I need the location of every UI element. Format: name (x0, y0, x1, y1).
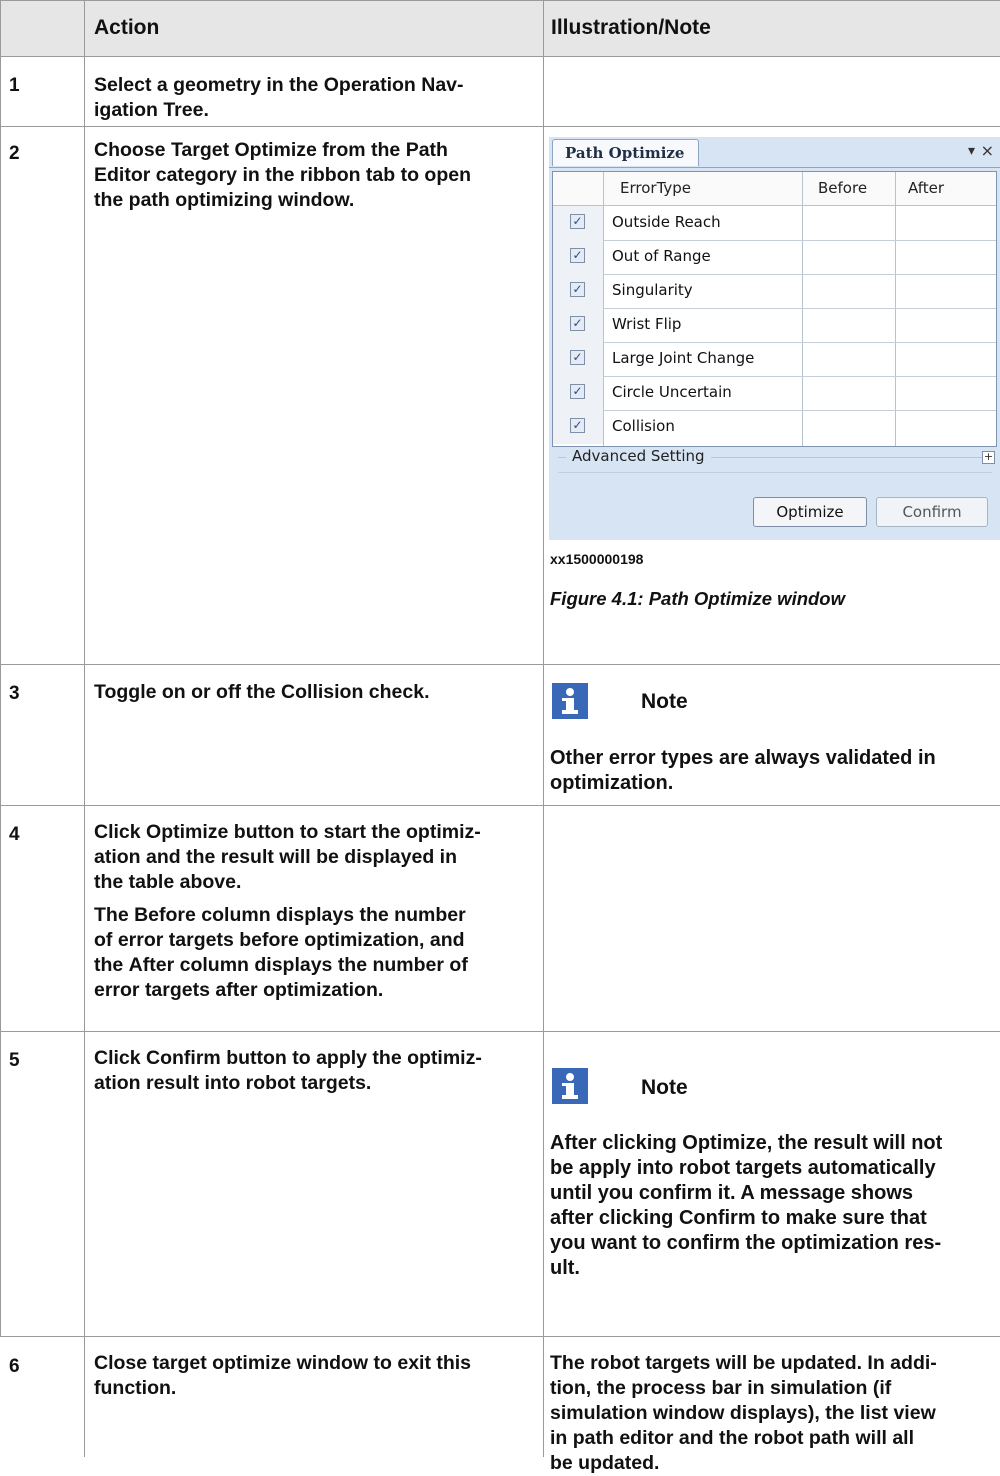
step-3-action: Toggle on or off the Collision check. (94, 681, 430, 703)
error-type-row: ✓ Wrist Flip (553, 308, 996, 343)
checkbox-outside-reach[interactable]: ✓ (570, 214, 585, 229)
step-4-action: Click Optimize button to start the optim… (94, 821, 481, 1001)
column-divider (84, 0, 85, 1457)
checkbox-circle-uncertain[interactable]: ✓ (570, 384, 585, 399)
step-5-note: After clicking Optimize, the result will… (550, 1132, 943, 1279)
grid-header: ErrorType Before After (553, 172, 996, 206)
close-icon[interactable]: × (981, 141, 994, 160)
error-type-label: Collision (612, 417, 675, 435)
step-2-action: Choose Target Optimize from the Path Edi… (94, 139, 472, 211)
error-type-label: Circle Uncertain (612, 383, 732, 401)
checkbox-cell: ✓ (553, 376, 603, 410)
checkbox-wrist-flip[interactable]: ✓ (570, 316, 585, 331)
step-1-action: Select a geometry in the Operation Nav- … (94, 74, 464, 121)
step-number: 5 (9, 1050, 20, 1071)
note-label: Note (641, 1076, 688, 1099)
checkbox-cell: ✓ (553, 410, 603, 444)
checkbox-singularity[interactable]: ✓ (570, 282, 585, 297)
advanced-setting-group: Advanced Setting + (558, 447, 995, 488)
advanced-setting-divider (558, 472, 992, 473)
error-type-label: Large Joint Change (612, 349, 755, 367)
row-divider (0, 805, 1000, 806)
checkbox-large-joint-change[interactable]: ✓ (570, 350, 585, 365)
step-number: 2 (9, 143, 20, 164)
row-divider (0, 1031, 1000, 1032)
error-type-row: ✓ Outside Reach (553, 206, 996, 241)
optimize-button[interactable]: Optimize (753, 497, 867, 527)
error-type-row: ✓ Singularity (553, 274, 996, 309)
column-divider (543, 0, 544, 1457)
error-type-label: Singularity (612, 281, 693, 299)
error-type-label: Outside Reach (612, 213, 721, 231)
row-divider (0, 664, 1000, 665)
row-divider (0, 56, 1000, 57)
checkbox-cell: ✓ (553, 274, 603, 308)
note-info-icon (552, 683, 588, 719)
step-number: 3 (9, 683, 20, 704)
step-number: 1 (9, 75, 20, 96)
pin-dropdown-icon[interactable]: ▾ (968, 143, 975, 159)
checkbox-out-of-range[interactable]: ✓ (570, 248, 585, 263)
error-type-row: ✓ Collision (553, 410, 996, 444)
note-label: Note (641, 690, 688, 713)
column-header-after[interactable]: After (908, 179, 944, 197)
error-type-row: ✓ Large Joint Change (553, 342, 996, 377)
document-page: Action Illustration/Note 1 Select a geom… (0, 0, 1000, 1474)
step-6-action: Close target optimize window to exit thi… (94, 1352, 472, 1399)
note-info-icon (552, 1068, 588, 1104)
column-header-errortype[interactable]: ErrorType (620, 179, 691, 197)
header-illustration-note: Illustration/Note (551, 16, 711, 39)
error-type-row: ✓ Circle Uncertain (553, 376, 996, 411)
checkbox-cell: ✓ (553, 308, 603, 342)
expand-plus-icon[interactable]: + (982, 451, 995, 464)
header-action: Action (94, 16, 160, 39)
tab-path-optimize[interactable]: Path Optimize (552, 139, 699, 166)
checkbox-collision[interactable]: ✓ (570, 418, 585, 433)
step-3-note: Other error types are always validated i… (550, 747, 936, 794)
checkbox-cell: ✓ (553, 240, 603, 274)
figure-caption: Figure 4.1: Path Optimize window (550, 588, 845, 609)
checkbox-cell: ✓ (553, 206, 603, 240)
step-6-note: The robot targets will be updated. In ad… (550, 1352, 937, 1474)
error-type-grid: ErrorType Before After ✓ Outside Reach ✓… (552, 171, 997, 447)
step-number: 4 (9, 824, 20, 845)
window-tab-bar: Path Optimize ▾ × (549, 137, 1000, 168)
path-optimize-window: Path Optimize ▾ × ErrorType Before After… (549, 137, 1000, 540)
step-number: 6 (9, 1356, 20, 1377)
column-header-before[interactable]: Before (818, 179, 867, 197)
checkbox-cell: ✓ (553, 342, 603, 376)
row-divider (0, 126, 1000, 127)
column-divider (0, 0, 1, 1336)
error-type-row: ✓ Out of Range (553, 240, 996, 275)
figure-image-id: xx1500000198 (550, 551, 644, 567)
error-type-label: Wrist Flip (612, 315, 682, 333)
advanced-setting-label: Advanced Setting (566, 447, 711, 465)
step-5-action: Click Confirm button to apply the optimi… (94, 1047, 482, 1094)
row-divider (0, 1336, 1000, 1337)
confirm-button[interactable]: Confirm (876, 497, 988, 527)
row-divider (0, 0, 1000, 1)
error-type-label: Out of Range (612, 247, 711, 265)
